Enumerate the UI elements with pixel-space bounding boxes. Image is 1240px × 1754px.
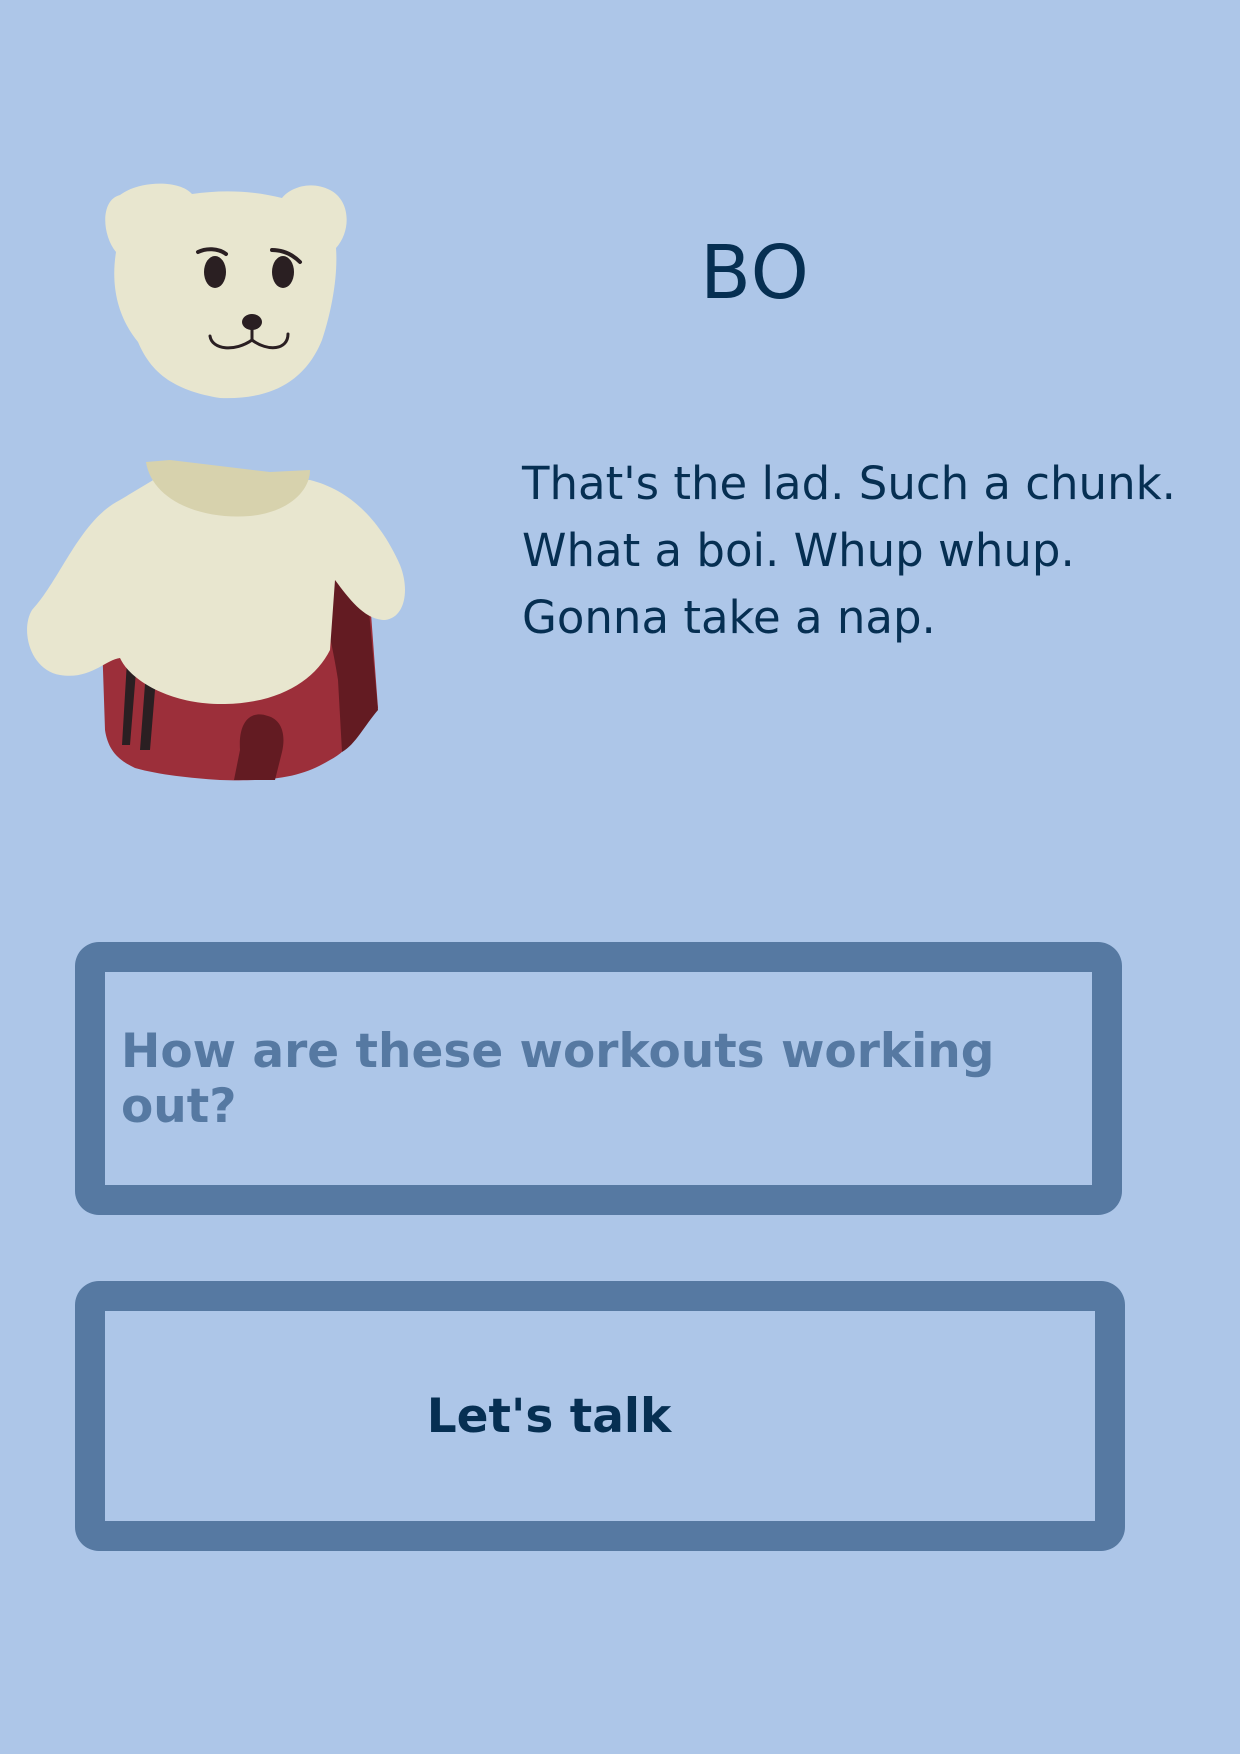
bear-portrait [27, 183, 406, 781]
character-name: BO [700, 230, 810, 316]
dialogue-line: That's the lad. Such a chunk. [522, 457, 1176, 510]
lets-talk-label: Let's talk [426, 1388, 672, 1444]
left-eye-icon [204, 256, 226, 288]
workouts-question-button[interactable]: How are these workouts working out? [75, 942, 1122, 1215]
bear-head [105, 183, 347, 399]
lets-talk-button[interactable]: Let's talk [75, 1281, 1125, 1551]
dialogue-line: Gonna take a nap. [522, 591, 936, 644]
workouts-question-label: How are these workouts working out? [121, 1023, 995, 1134]
dialogue-text: That's the lad. Such a chunk. What a boi… [522, 450, 1212, 651]
right-eye-icon [272, 256, 294, 288]
dialogue-line: What a boi. Whup whup. [522, 524, 1075, 577]
